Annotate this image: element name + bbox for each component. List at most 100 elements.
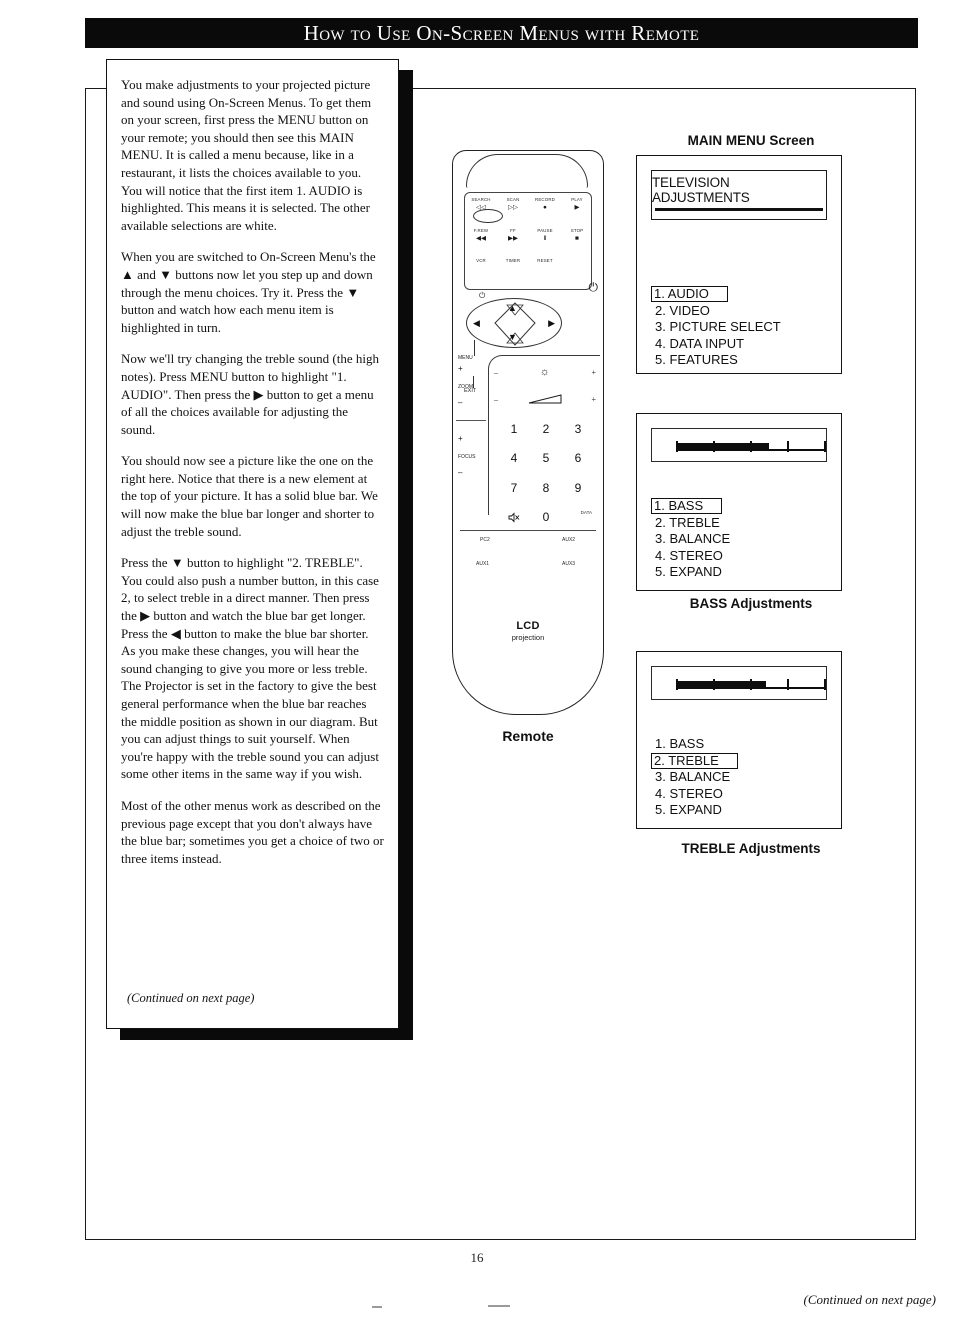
treble-item-balance[interactable]: 3. BALANCE xyxy=(653,769,732,786)
treble-slider-track[interactable] xyxy=(676,679,826,690)
main-menu-row-4[interactable]: 4. DATA INPUT xyxy=(653,336,783,353)
vcr-key-frew[interactable]: F.REW ◀◀ xyxy=(465,228,497,259)
vcr-label-scan: SCAN xyxy=(506,197,520,202)
vcr-key-play[interactable]: PLAY ▶ xyxy=(561,197,593,228)
vcr-power-icon[interactable]: ⏻ xyxy=(479,291,485,301)
key-6[interactable]: 6 xyxy=(562,444,594,474)
volume-plus-button[interactable]: + xyxy=(591,395,596,404)
aux-key-aux3[interactable]: AUX3 xyxy=(562,561,575,567)
nav-left-icon[interactable]: ◀ xyxy=(473,319,480,328)
main-menu-row-1[interactable]: 1. AUDIO xyxy=(651,286,783,303)
key-4[interactable]: 4 xyxy=(498,444,530,474)
treble-row-4[interactable]: 4. STEREO xyxy=(653,786,738,803)
brightness-control-row: – ☼ + xyxy=(494,362,596,382)
fast-rewind-icon: ◀◀ xyxy=(476,234,486,242)
key-3[interactable]: 3 xyxy=(562,414,594,444)
brightness-minus-button[interactable]: – xyxy=(494,368,498,377)
main-menu-item-audio[interactable]: 1. AUDIO xyxy=(651,286,728,303)
instruction-body: You make adjustments to your projected p… xyxy=(121,76,384,867)
treble-item-stereo[interactable]: 4. STEREO xyxy=(653,786,725,803)
main-menu-row-3[interactable]: 3. PICTURE SELECT xyxy=(653,319,783,336)
vcr-label-play: PLAY xyxy=(571,197,583,202)
main-menu-row-5[interactable]: 5. FEATURES xyxy=(653,352,783,369)
vcr-key-scan[interactable]: SCAN ▷▷ xyxy=(497,197,529,228)
key-2[interactable]: 2 xyxy=(530,414,562,444)
brightness-sun-icon: ☼ xyxy=(539,366,550,378)
instruction-text-panel: You make adjustments to your projected p… xyxy=(106,59,399,1029)
mute-speaker-icon xyxy=(508,512,520,523)
vcr-key-record[interactable]: RECORD ● xyxy=(529,197,561,228)
bass-tick-25 xyxy=(713,441,715,452)
treble-row-3[interactable]: 3. BALANCE xyxy=(653,769,738,786)
vcr-label-search: SEARCH xyxy=(471,197,491,202)
vcr-transport-pad: SEARCH ◁◁ SCAN ▷▷ RECORD ● PLAY ▶ F.REW … xyxy=(464,192,593,300)
zoom-minus-button[interactable]: – xyxy=(458,398,462,407)
key-0[interactable]: 0 xyxy=(530,503,562,533)
bass-item-balance[interactable]: 3. BALANCE xyxy=(653,531,732,548)
aux-key-aux2[interactable]: AUX2 xyxy=(562,537,575,543)
treble-row-1[interactable]: 1. BASS xyxy=(653,736,738,753)
aux-input-zone: PC2 AUX2 AUX1 AUX3 xyxy=(462,535,594,605)
bass-row-2[interactable]: 2. TREBLE xyxy=(653,515,732,532)
vcr-key-timer[interactable]: TIMER xyxy=(497,258,529,289)
aux-zone-divider xyxy=(460,530,596,531)
main-menu-item-features[interactable]: 5. FEATURES xyxy=(653,352,740,369)
key-5[interactable]: 5 xyxy=(530,444,562,474)
treble-row-5[interactable]: 5. EXPAND xyxy=(653,802,738,819)
numeric-keypad: 1 2 3 4 5 6 7 8 9 0 DATA xyxy=(498,414,594,532)
treble-row-2[interactable]: 2. TREBLE xyxy=(651,752,738,770)
main-menu-title-box: TELEVISION ADJUSTMENTS xyxy=(651,170,827,220)
vcr-key-reset[interactable]: RESET xyxy=(529,258,561,289)
main-menu-item-video[interactable]: 2. VIDEO xyxy=(653,303,712,320)
paragraph-3: Now we'll try changing the treble sound … xyxy=(121,351,379,437)
nav-down-icon[interactable]: ▼ xyxy=(508,333,517,342)
bass-slider-frame xyxy=(651,428,827,462)
treble-item-expand[interactable]: 5. EXPAND xyxy=(653,802,724,819)
vcr-key-search[interactable]: SEARCH ◁◁ xyxy=(465,197,503,228)
main-menu-screen: TELEVISION ADJUSTMENTS 1. AUDIO 2. VIDEO… xyxy=(636,155,842,374)
key-8[interactable]: 8 xyxy=(530,473,562,503)
menu-button-label: MENU xyxy=(458,355,473,361)
main-menu-item-picture-select[interactable]: 3. PICTURE SELECT xyxy=(653,319,783,336)
bass-item-expand[interactable]: 5. EXPAND xyxy=(653,564,724,581)
key-7[interactable]: 7 xyxy=(498,473,530,503)
focus-minus-button[interactable]: – xyxy=(458,468,462,477)
bass-slider-track[interactable] xyxy=(676,441,826,452)
treble-item-treble[interactable]: 2. TREBLE xyxy=(651,752,738,769)
menu-leader-line xyxy=(474,340,475,356)
bass-row-4[interactable]: 4. STEREO xyxy=(653,548,732,565)
aux-key-aux1[interactable]: AUX1 xyxy=(476,561,489,567)
vcr-key-ff[interactable]: FF ▶▶ xyxy=(497,228,529,259)
remote-top-dome xyxy=(466,154,588,188)
vcr-key-pause[interactable]: PAUSE Ⅱ xyxy=(529,228,561,259)
bass-item-stereo[interactable]: 4. STEREO xyxy=(653,548,725,565)
nav-right-icon[interactable]: ▶ xyxy=(548,319,555,328)
key-9[interactable]: 9 xyxy=(562,473,594,503)
main-menu-title-underline xyxy=(655,208,823,211)
focus-plus-button[interactable]: + xyxy=(458,434,463,443)
vcr-label-vcr: VCR xyxy=(476,258,486,264)
bass-row-5[interactable]: 5. EXPAND xyxy=(653,564,732,581)
treble-item-bass[interactable]: 1. BASS xyxy=(653,736,706,753)
treble-caption-wrap: TREBLE Adjustments xyxy=(636,841,866,856)
key-1[interactable]: 1 xyxy=(498,414,530,444)
volume-minus-button[interactable]: – xyxy=(494,395,498,404)
brightness-plus-button[interactable]: + xyxy=(591,368,596,377)
bass-row-1[interactable]: 1. BASS xyxy=(651,498,732,515)
zoom-plus-button[interactable]: + xyxy=(458,364,463,373)
main-menu-item-data-input[interactable]: 4. DATA INPUT xyxy=(653,336,746,353)
vcr-key-vcr[interactable]: VCR xyxy=(465,258,497,289)
mute-icon[interactable] xyxy=(498,503,530,533)
aux-key-pc2[interactable]: PC2 xyxy=(480,537,490,543)
scan-artifact-marks xyxy=(0,1300,954,1314)
vcr-key-stop[interactable]: STOP ■ xyxy=(561,228,593,259)
bass-item-bass[interactable]: 1. BASS xyxy=(651,498,723,515)
main-menu-row-2[interactable]: 2. VIDEO xyxy=(653,303,783,320)
bass-row-3[interactable]: 3. BALANCE xyxy=(653,531,732,548)
nav-up-icon[interactable]: ▲ xyxy=(508,304,517,313)
treble-menu-list: 1. BASS 2. TREBLE 3. BALANCE 4. STEREO 5… xyxy=(651,736,738,819)
power-icon[interactable]: ⏻ xyxy=(589,280,599,295)
vcr-label-reset: RESET xyxy=(537,258,553,264)
treble-tick-50 xyxy=(750,679,752,690)
bass-item-treble[interactable]: 2. TREBLE xyxy=(653,515,722,532)
